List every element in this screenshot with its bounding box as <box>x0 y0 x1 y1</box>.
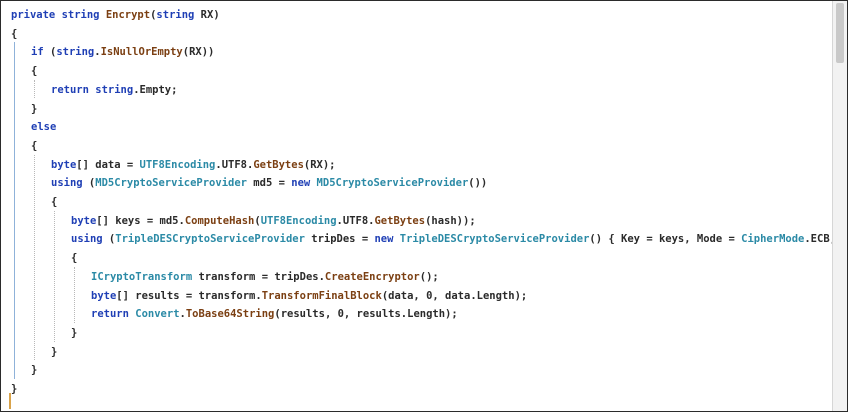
code-token: { <box>11 27 18 40</box>
code-token: { <box>31 65 38 78</box>
code-token: ComputeHash <box>184 214 255 227</box>
code-line: using (MD5CryptoServiceProvider md5 = ne… <box>51 173 487 193</box>
code-token: .UTF8. <box>215 158 254 171</box>
code-token: if <box>31 46 44 59</box>
code-token: ICryptoTransform <box>91 270 193 283</box>
code-token: Encrypt <box>105 9 151 21</box>
code-token: } <box>51 345 58 358</box>
code-token: ( <box>82 177 96 190</box>
scrollbar-thumb[interactable] <box>836 3 844 63</box>
code-token: TripleDESCryptoServiceProvider <box>115 233 305 246</box>
code-token: using <box>51 177 83 190</box>
code-token: md5 = <box>246 177 292 190</box>
code-token: transform = tripDes. <box>192 270 325 283</box>
code-line: { <box>71 248 77 268</box>
code-token: ( <box>43 46 57 59</box>
code-line: byte[] data = UTF8Encoding.UTF8.GetBytes… <box>51 155 336 175</box>
indent-guide <box>34 154 35 361</box>
code-token: GetBytes <box>253 158 304 171</box>
code-token: [] data = <box>76 158 140 171</box>
indent-guide <box>34 79 35 99</box>
code-token: UTF8Encoding <box>260 214 337 227</box>
code-line: { <box>31 61 37 81</box>
code-token: () { Key = keys, Mode = <box>589 233 742 246</box>
code-token: .Empty; <box>133 83 178 96</box>
code-line: } <box>71 323 77 343</box>
code-token: byte <box>71 214 97 227</box>
code-token: return <box>91 308 129 321</box>
code-token: { <box>31 139 38 152</box>
code-token: UTF8Encoding <box>139 158 216 171</box>
code-token: ()) <box>468 177 488 190</box>
code-token: string <box>56 46 95 59</box>
text-caret <box>9 393 11 409</box>
code-token: RX) <box>194 9 220 21</box>
code-token: else <box>31 121 57 134</box>
code-line: return Convert.ToBase64String(results, 0… <box>91 304 458 324</box>
code-line: else <box>31 117 56 137</box>
code-token: Convert <box>135 308 180 321</box>
code-token: (hash)); <box>425 214 476 227</box>
code-token: (RX); <box>303 158 336 171</box>
code-token: return string <box>51 83 134 96</box>
code-line: { <box>11 24 17 44</box>
code-token: (); <box>419 270 439 283</box>
code-token: TransformFinalBlock <box>261 289 382 302</box>
code-line: } <box>31 99 37 119</box>
code-token: using <box>71 233 103 246</box>
code-token: } <box>31 102 38 115</box>
code-token: .UTF8. <box>336 214 375 227</box>
code-token: (results, 0, results.Length); <box>274 308 458 321</box>
code-token: MD5CryptoServiceProvider <box>316 177 469 190</box>
indent-guide <box>14 42 15 379</box>
code-line: { <box>31 136 37 156</box>
code-token: } <box>71 326 78 339</box>
code-token: new <box>374 233 394 246</box>
code-token: string <box>156 9 195 21</box>
code-token: byte <box>91 289 117 302</box>
code-token: ( <box>102 233 116 246</box>
code-editor-frame: private string Encrypt(string RX){if (st… <box>0 0 848 412</box>
code-token: TripleDESCryptoServiceProvider <box>399 233 590 246</box>
code-token: tripDes = <box>304 233 375 246</box>
code-token: { <box>71 252 78 265</box>
code-token: CreateEncryptor <box>324 270 420 283</box>
code-line: { <box>51 192 57 212</box>
code-line: } <box>51 342 57 362</box>
code-token: new <box>291 177 311 190</box>
code-line: } <box>11 379 17 399</box>
code-token: { <box>51 196 58 208</box>
code-line: byte[] keys = md5.ComputeHash(UTF8Encodi… <box>71 211 476 231</box>
code-token: (data, 0, data.Length); <box>381 289 528 302</box>
code-token: ToBase64String <box>185 308 275 321</box>
code-token: IsNullOrEmpty <box>100 46 183 59</box>
code-line: byte[] results = transform.TransformFina… <box>91 286 527 306</box>
indent-guide <box>54 210 55 342</box>
vertical-scrollbar[interactable] <box>832 1 847 411</box>
code-line: return string.Empty; <box>51 80 177 100</box>
code-token: GetBytes <box>374 214 426 227</box>
code-token: private string <box>11 9 106 21</box>
code-line: } <box>31 360 37 380</box>
code-token: } <box>11 383 18 395</box>
code-token: } <box>31 364 38 377</box>
code-area[interactable]: private string Encrypt(string RX){if (st… <box>1 1 847 411</box>
code-token: CipherMode <box>741 233 805 246</box>
code-token: MD5CryptoServiceProvider <box>95 177 247 190</box>
code-line: using (TripleDESCryptoServiceProvider tr… <box>71 229 847 249</box>
indent-guide <box>74 266 75 323</box>
code-token: [] keys = md5. <box>96 214 185 227</box>
code-token: [] results = transform. <box>116 289 262 302</box>
code-line: ICryptoTransform transform = tripDes.Cre… <box>91 267 439 287</box>
code-token: byte <box>51 158 77 171</box>
code-line: if (string.IsNullOrEmpty(RX)) <box>31 42 214 62</box>
code-line: private string Encrypt(string RX) <box>11 5 220 25</box>
code-token: (RX)) <box>182 46 215 59</box>
